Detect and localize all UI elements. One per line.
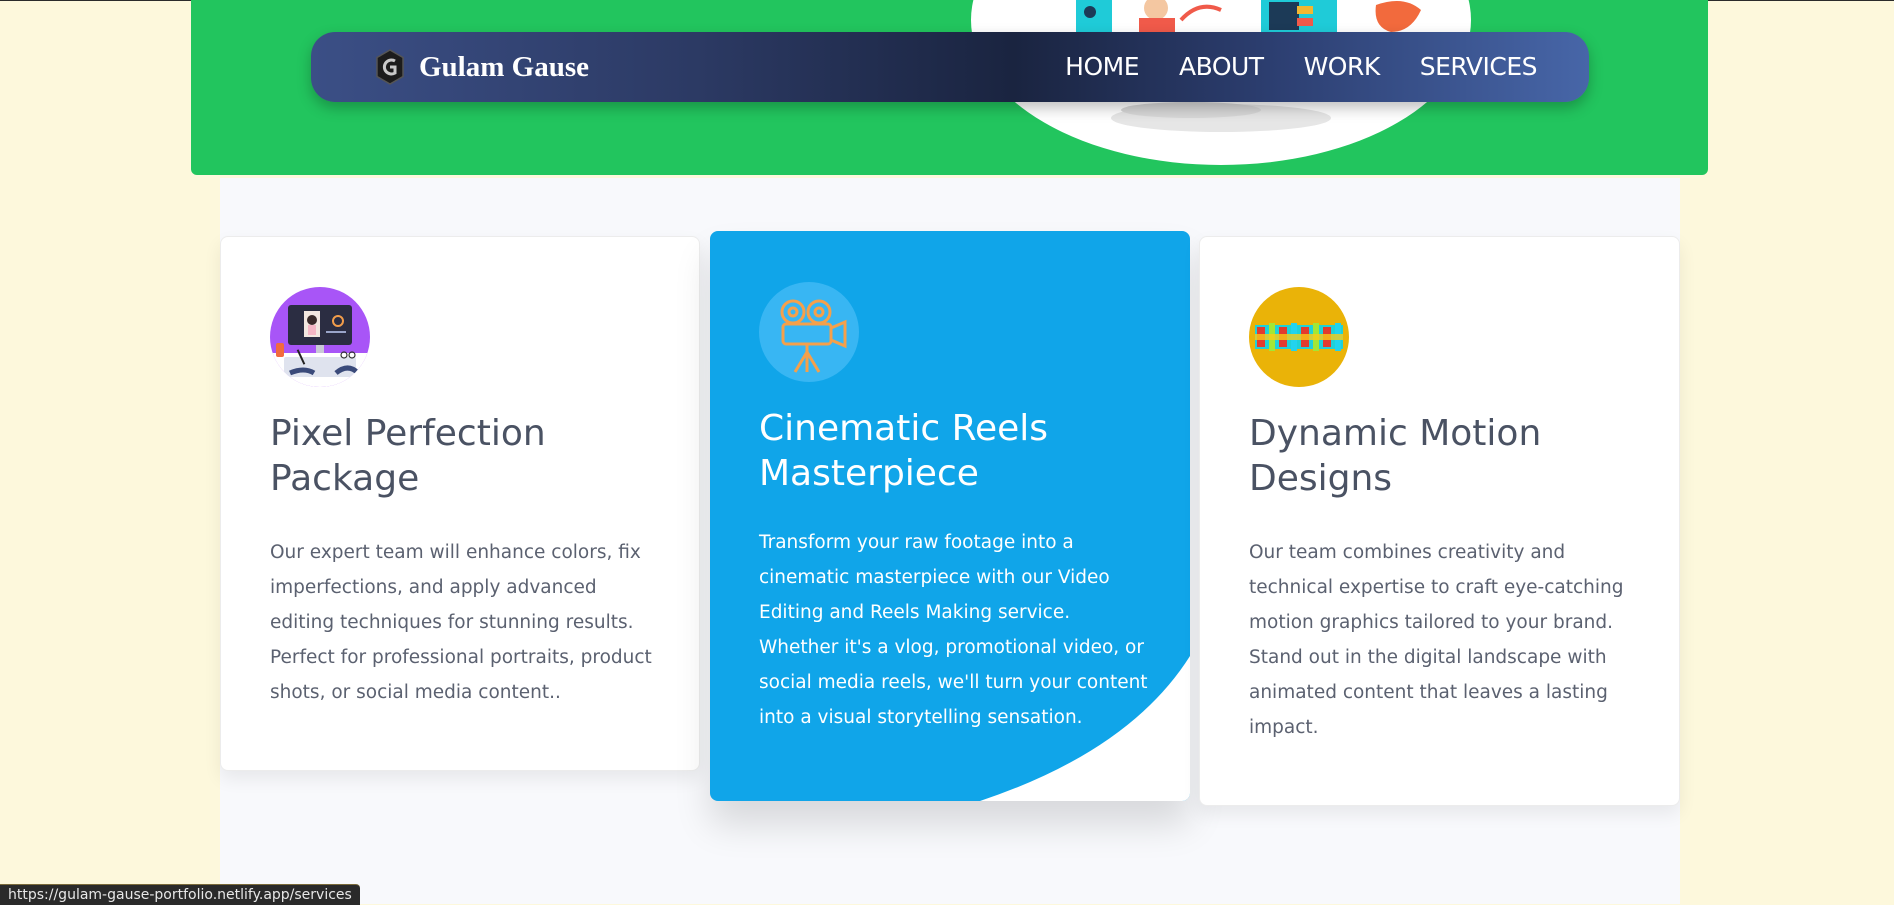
service-card-description: Our team combines creativity and technic…	[1249, 542, 1624, 738]
brand-name[interactable]: Gulam Gause	[419, 46, 589, 88]
nav-link-work[interactable]: WORK	[1304, 46, 1381, 88]
service-card-photo-editing[interactable]: Pixel Perfection Package Our expert team…	[220, 236, 700, 771]
nav-link-home[interactable]: HOME	[1065, 46, 1139, 88]
service-card-motion-graphics[interactable]: Dynamic Motion Designs Our team combines…	[1199, 236, 1680, 806]
service-card-video-editing[interactable]: Cinematic Reels Masterpiece Transform yo…	[710, 231, 1190, 801]
service-card-title: Pixel Perfection Package	[270, 413, 546, 499]
nav-link-services[interactable]: SERVICES	[1420, 46, 1538, 88]
motion-graphics-icon	[1249, 287, 1349, 387]
nav-link-about[interactable]: ABOUT	[1179, 46, 1264, 88]
navbar: Gulam Gause HOME ABOUT WORK SERVICES	[311, 32, 1589, 102]
service-card-description: Transform your raw footage into a cinema…	[759, 532, 1148, 728]
nav-links: HOME ABOUT WORK SERVICES	[1065, 46, 1537, 88]
service-card-description: Our expert team will enhance colors, fix…	[270, 542, 652, 703]
browser-status-url: https://gulam-gause-portfolio.netlify.ap…	[0, 884, 360, 905]
service-card-title: Dynamic Motion Designs	[1249, 413, 1542, 499]
hero-banner: Gulam Gause HOME ABOUT WORK SERVICES	[191, 0, 1708, 175]
film-camera-icon	[759, 282, 859, 382]
photo-editing-icon	[270, 287, 370, 387]
logo-icon[interactable]	[375, 48, 405, 86]
service-card-title: Cinematic Reels Masterpiece	[759, 408, 1049, 494]
